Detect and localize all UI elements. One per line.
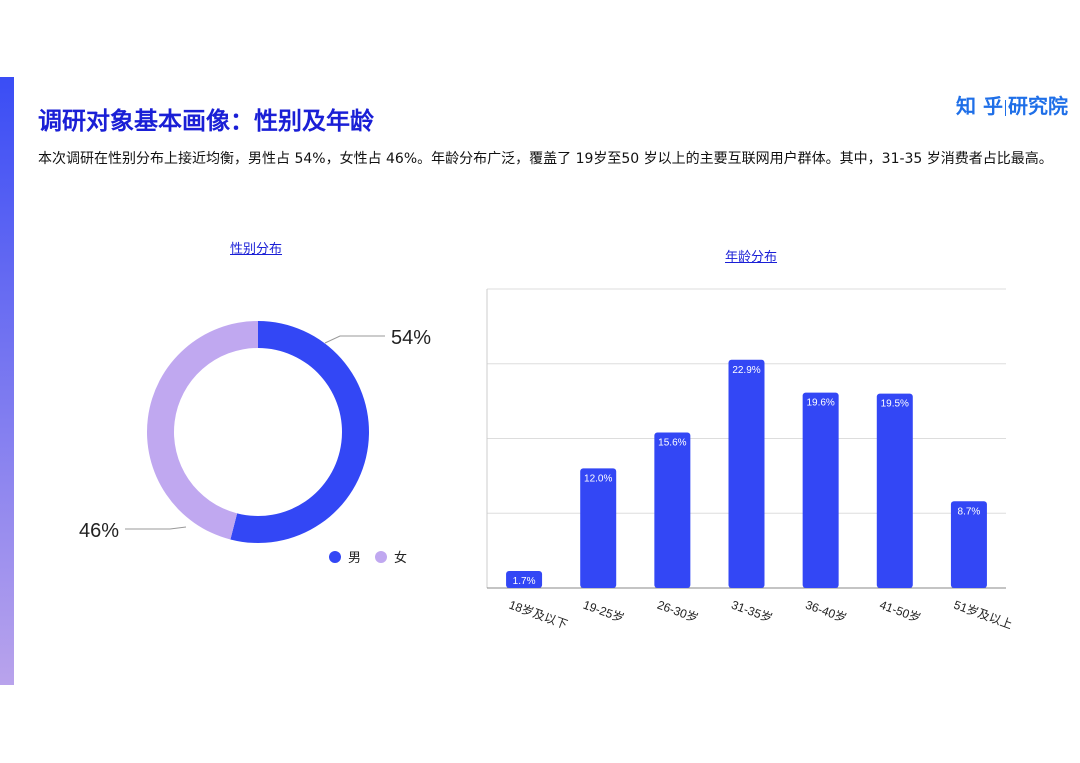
donut-label-0: 54% [391, 327, 431, 349]
bar-data-label-4: 19.6% [806, 398, 834, 409]
bar-data-label-1: 12.0% [584, 473, 612, 484]
gender-donut-chart: 54% 46% 男 女 [0, 230, 460, 594]
bar-data-label-6: 8.7% [958, 506, 981, 517]
bar-data-label-5: 19.5% [881, 399, 909, 410]
leader-line-1 [125, 526, 187, 530]
donut-label-1: 46% [79, 520, 119, 542]
x-tick-label-6: 51岁及以上 [952, 597, 1015, 632]
brand-logo: 知 乎研究院 [956, 90, 1068, 119]
bar-5[interactable] [876, 393, 913, 588]
description-text: 本次调研在性别分布上接近均衡，男性占 54%，女性占 46%。年龄分布广泛，覆盖… [38, 151, 1053, 167]
legend-swatch-1 [375, 551, 387, 563]
bar-data-label-0: 1.7% [513, 576, 536, 587]
logo-divider [1005, 99, 1006, 116]
page-title: 调研对象基本画像：性别及年龄 [38, 107, 374, 135]
leader-line-0 [324, 335, 385, 344]
donut-slice-1[interactable] [147, 321, 258, 540]
bar-4[interactable] [802, 392, 839, 588]
logo-text-left: 知 乎 [956, 94, 1003, 118]
gender-donut-svg: 54% 46% 男 女 [79, 321, 431, 565]
x-tick-label-2: 26-30岁 [655, 597, 700, 626]
x-tick-label-4: 36-40岁 [804, 597, 849, 626]
legend-swatch-0 [329, 551, 341, 563]
legend-label-1: 女 [394, 550, 407, 565]
donut-slice-0[interactable] [230, 321, 369, 543]
bar-1[interactable] [580, 468, 617, 588]
logo-text-right: 研究院 [1008, 94, 1068, 118]
x-tick-label-1: 19-25岁 [581, 597, 626, 626]
age-bar-svg: 1.7% 18岁及以下 12.0% 19-25岁 15.6% 26-30岁 22.9% 31-… [486, 288, 1015, 632]
x-tick-label-3: 31-35岁 [729, 597, 774, 626]
bar-2[interactable] [654, 432, 691, 588]
bar-data-label-3: 22.9% [732, 365, 760, 376]
age-bar-chart: 1.7% 18岁及以下 12.0% 19-25岁 15.6% 26-30岁 22.9% 31-… [460, 230, 1020, 654]
x-tick-label-0: 18岁及以下 [507, 597, 570, 632]
x-tick-label-5: 41-50岁 [878, 597, 923, 626]
bar-data-label-2: 15.6% [658, 438, 686, 449]
legend-label-0: 男 [348, 550, 361, 565]
bar-3[interactable] [728, 359, 765, 588]
